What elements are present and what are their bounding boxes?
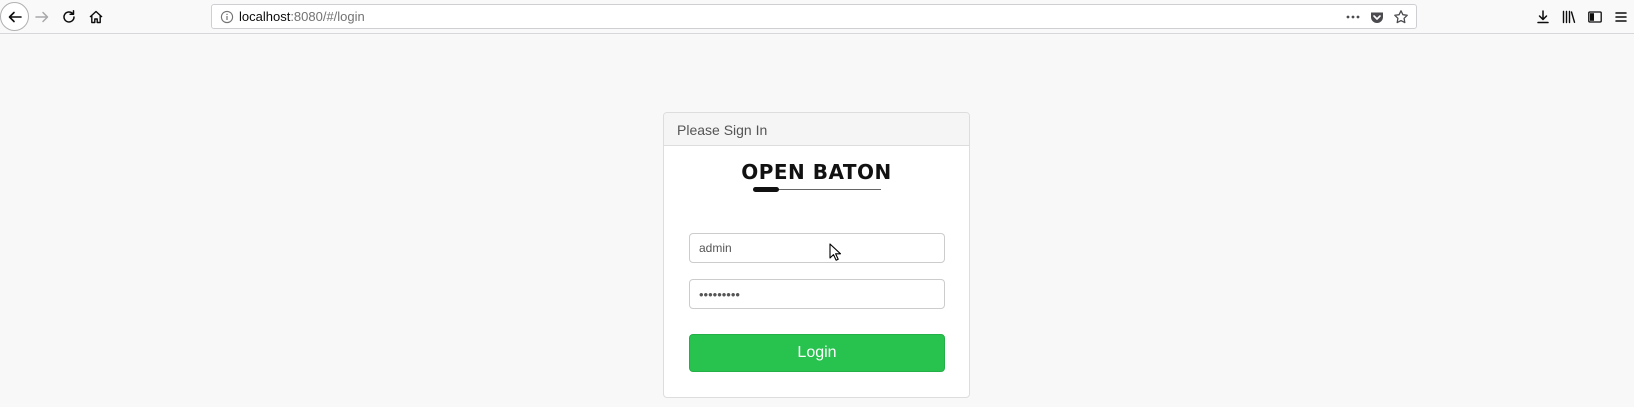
library-icon[interactable]: [1556, 5, 1582, 29]
home-icon: [89, 10, 103, 24]
open-baton-logo: OPEN BATON: [664, 161, 969, 193]
mouse-cursor-icon: [829, 243, 842, 261]
username-input[interactable]: [689, 233, 945, 263]
url-actions: [1344, 8, 1410, 26]
bookmark-star-icon[interactable]: [1392, 8, 1410, 26]
reload-button[interactable]: [56, 4, 82, 30]
reload-icon: [63, 10, 75, 23]
login-panel: Please Sign In OPEN BATON Login: [663, 112, 970, 398]
more-actions-icon[interactable]: [1344, 8, 1362, 26]
forward-arrow-icon: [35, 11, 49, 23]
forward-button[interactable]: [29, 4, 55, 30]
logo-text: OPEN BATON: [741, 160, 892, 184]
login-button[interactable]: Login: [689, 334, 945, 372]
password-input[interactable]: [689, 279, 945, 309]
browser-toolbar: localhost:8080/#/login: [0, 0, 1634, 34]
download-icon[interactable]: [1530, 5, 1556, 29]
sidebar-icon[interactable]: [1582, 5, 1608, 29]
url-host: localhost: [239, 9, 291, 24]
home-button[interactable]: [83, 4, 109, 30]
info-icon[interactable]: [220, 10, 234, 29]
hamburger-menu-icon[interactable]: [1608, 5, 1634, 29]
url-path: :8080/#/login: [290, 9, 365, 24]
pocket-icon[interactable]: [1368, 8, 1386, 26]
back-button[interactable]: [0, 2, 29, 31]
panel-heading: Please Sign In: [664, 113, 969, 146]
toolbar-right: [1530, 5, 1634, 29]
back-arrow-icon: [8, 11, 22, 22]
url-text[interactable]: localhost:8080/#/login: [239, 9, 365, 24]
url-bar[interactable]: localhost:8080/#/login: [211, 4, 1417, 29]
logo-underline: [752, 187, 881, 193]
